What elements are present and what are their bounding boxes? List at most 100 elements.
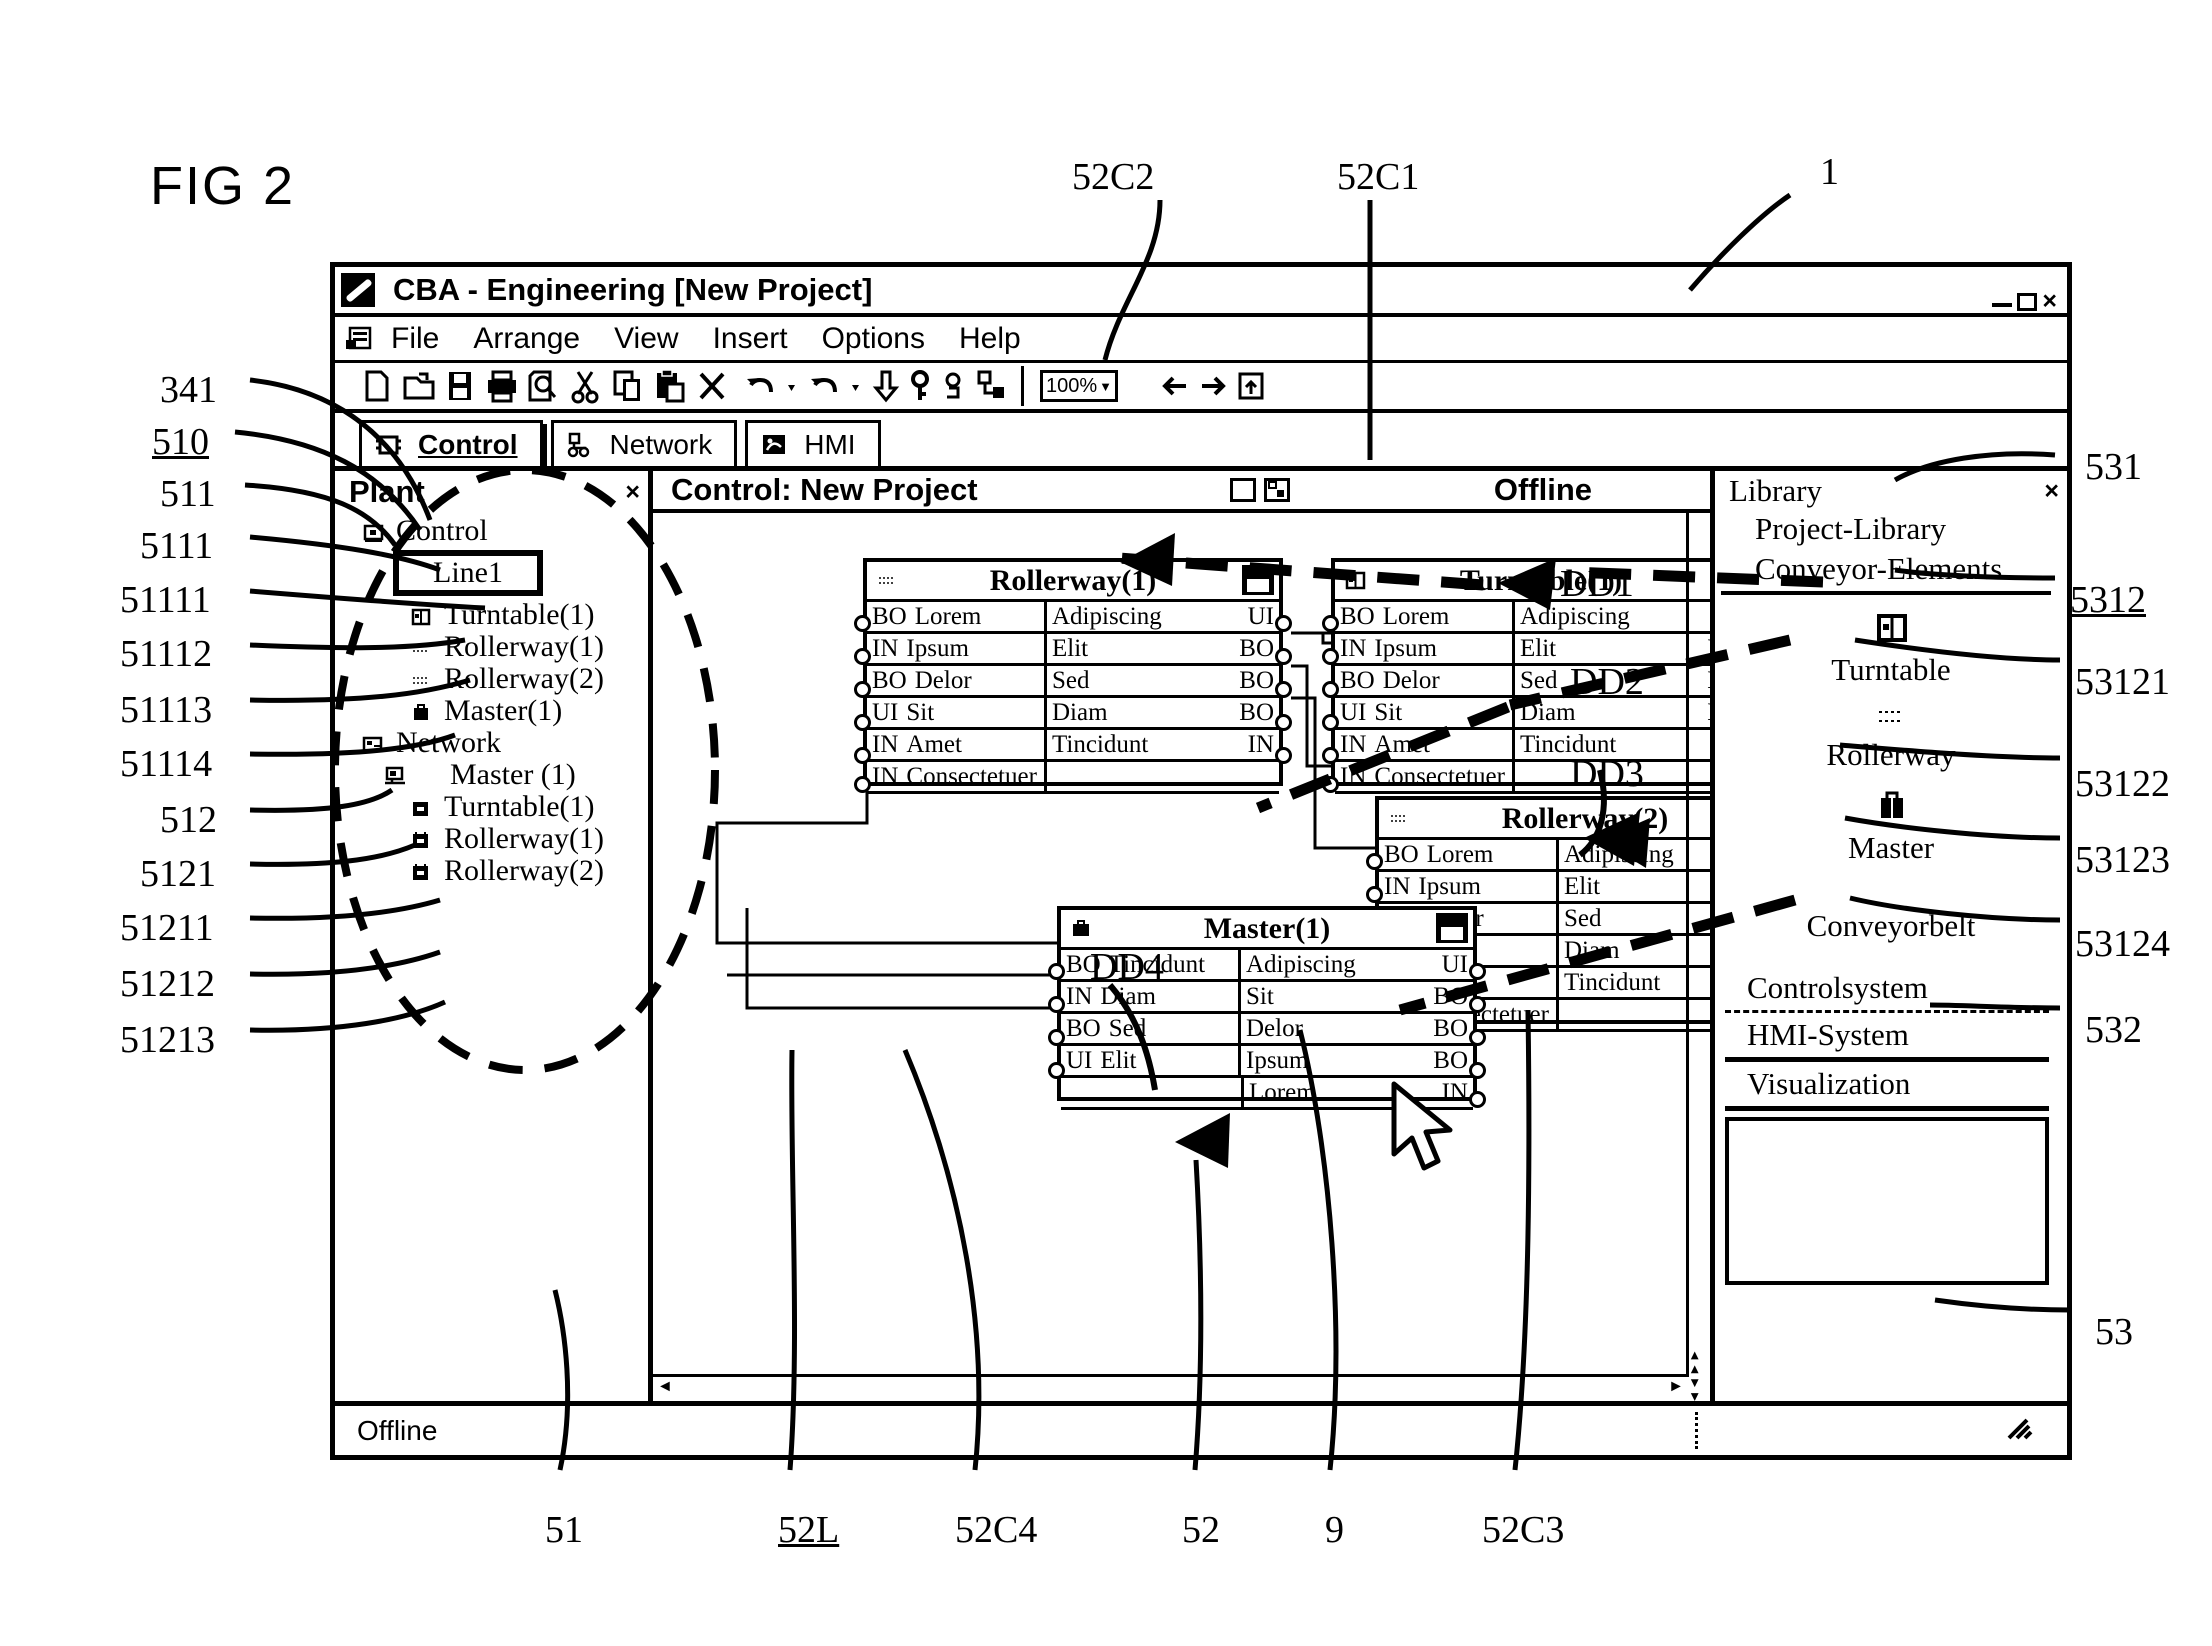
- diagram-canvas[interactable]: Rollerway(1) BO Lorem Adipiscing UI IN Ipsu…: [653, 513, 1710, 1401]
- minimize-icon[interactable]: [1992, 303, 2013, 307]
- block-rollerway-1[interactable]: Rollerway(1) BO Lorem Adipiscing UI IN Ipsu…: [854, 558, 1292, 794]
- input-pin[interactable]: [854, 747, 871, 764]
- close-icon[interactable]: ×: [625, 478, 640, 507]
- input-pin[interactable]: [1322, 714, 1339, 731]
- refresh-block-icon[interactable]: [1436, 913, 1468, 943]
- library-item-conveyorbelt[interactable]: Conveyorbelt: [1715, 908, 2067, 944]
- output-pin[interactable]: [1275, 648, 1292, 665]
- input-pin[interactable]: [1048, 1029, 1065, 1046]
- print-preview-icon[interactable]: [523, 366, 565, 406]
- tab-network[interactable]: Network: [550, 420, 738, 466]
- output-pin[interactable]: [1469, 1091, 1486, 1108]
- zoom-select[interactable]: 100% ▼: [1040, 370, 1118, 402]
- library-category-hmi-system[interactable]: HMI-System: [1725, 1013, 2049, 1062]
- input-pin[interactable]: [854, 714, 871, 731]
- tab-control[interactable]: Control: [359, 420, 543, 466]
- input-pin[interactable]: [854, 615, 871, 632]
- doc-network-icon[interactable]: [1264, 478, 1290, 502]
- output-pin[interactable]: [1469, 963, 1486, 980]
- download-icon[interactable]: [869, 366, 903, 406]
- menu-item-insert[interactable]: Insert: [713, 322, 788, 356]
- redo-dropdown-icon[interactable]: [847, 366, 869, 406]
- input-pin[interactable]: [1322, 681, 1339, 698]
- library-item-turntable[interactable]: Turntable: [1715, 609, 2067, 688]
- tree-item-net-turntable-1[interactable]: Turntable(1): [335, 790, 648, 823]
- menu-item-options[interactable]: Options: [822, 322, 925, 356]
- tree-item-network[interactable]: Network: [335, 726, 648, 759]
- output-pin[interactable]: [1275, 615, 1292, 632]
- block-header[interactable]: Master(1): [1061, 910, 1473, 950]
- tree-item-rollerway-2[interactable]: Rollerway(2): [335, 662, 648, 695]
- close-icon[interactable]: ×: [2042, 289, 2057, 314]
- tree-item-net-rollerway-2[interactable]: Rollerway(2): [335, 854, 648, 887]
- window-controls[interactable]: ×: [1992, 289, 2057, 314]
- block-header[interactable]: Turntable(1): [1335, 562, 1710, 602]
- new-icon[interactable]: [355, 366, 397, 406]
- input-pin[interactable]: [1322, 776, 1339, 793]
- library-category-controlsystem[interactable]: Controlsystem: [1725, 966, 2049, 1013]
- undo-icon[interactable]: [741, 366, 783, 406]
- menu-item-view[interactable]: View: [614, 322, 678, 356]
- input-pin[interactable]: [1322, 648, 1339, 665]
- output-pin[interactable]: [1469, 1062, 1486, 1079]
- tree-item-turntable-1[interactable]: Turntable(1): [335, 598, 648, 631]
- document-controls[interactable]: [1230, 478, 1290, 502]
- output-pin[interactable]: [1275, 747, 1292, 764]
- tree-item-rollerway-1[interactable]: Rollerway(1): [335, 630, 648, 663]
- copy-icon[interactable]: [607, 366, 649, 406]
- tab-hmi[interactable]: HMI: [745, 420, 881, 466]
- menu-item-arrange[interactable]: Arrange: [473, 322, 580, 356]
- close-icon[interactable]: ×: [2044, 477, 2059, 506]
- input-pin[interactable]: [854, 776, 871, 793]
- input-pin[interactable]: [1048, 1062, 1065, 1079]
- open-icon[interactable]: [397, 366, 439, 406]
- menu-item-help[interactable]: Help: [959, 322, 1021, 356]
- input-pin[interactable]: [1366, 886, 1383, 903]
- library-item-master[interactable]: Master: [1715, 787, 2067, 866]
- back-arrow-icon[interactable]: [1156, 366, 1194, 406]
- save-icon[interactable]: [439, 366, 481, 406]
- resize-grip-icon[interactable]: [2003, 1414, 2037, 1449]
- tree-item-line1[interactable]: Line1: [335, 547, 648, 599]
- chevron-down-icon[interactable]: ▼: [1099, 379, 1112, 394]
- input-pin[interactable]: [1322, 747, 1339, 764]
- library-category-visualization[interactable]: Visualization: [1725, 1062, 2049, 1111]
- library-project-library[interactable]: Project-Library: [1715, 509, 2067, 549]
- document-properties-icon[interactable]: [345, 326, 375, 352]
- output-pin[interactable]: [1469, 1029, 1486, 1046]
- network-config-icon[interactable]: [971, 366, 1011, 406]
- input-pin[interactable]: [854, 681, 871, 698]
- maximize-icon[interactable]: [2017, 293, 2038, 311]
- connect-icon[interactable]: [937, 366, 971, 406]
- menu-item-file[interactable]: File: [391, 322, 439, 356]
- tree-item-master-net[interactable]: Master (1): [335, 758, 648, 791]
- output-pin[interactable]: [1275, 681, 1292, 698]
- delete-icon[interactable]: [691, 366, 733, 406]
- block-header[interactable]: Rollerway(1): [867, 562, 1279, 602]
- undo-dropdown-icon[interactable]: [783, 366, 805, 406]
- key-icon[interactable]: [903, 366, 937, 406]
- input-pin[interactable]: [1048, 996, 1065, 1013]
- vertical-scrollbar[interactable]: ◄◄►►: [1686, 513, 1710, 1401]
- output-pin[interactable]: [1469, 996, 1486, 1013]
- input-pin[interactable]: [1366, 853, 1383, 870]
- block-master-1[interactable]: Master(1) BO Tincidunt Adipiscing UI IN Dia…: [1048, 906, 1486, 1110]
- forward-arrow-icon[interactable]: [1194, 366, 1232, 406]
- block-header[interactable]: Rollerway(2): [1379, 800, 1710, 840]
- library-conveyor-elements[interactable]: Conveyor-Elements: [1715, 549, 2067, 589]
- cut-icon[interactable]: [565, 366, 607, 406]
- up-arrow-icon[interactable]: [1232, 366, 1270, 406]
- redo-icon[interactable]: [805, 366, 847, 406]
- paste-icon[interactable]: [649, 366, 691, 406]
- tree-item-net-rollerway-1[interactable]: Rollerway(1): [335, 822, 648, 855]
- horizontal-scrollbar[interactable]: ◄ ►: [653, 1374, 1688, 1401]
- doc-restore-icon[interactable]: [1230, 478, 1256, 502]
- input-pin[interactable]: [1322, 615, 1339, 632]
- tree-item-control[interactable]: Control: [335, 514, 648, 547]
- print-icon[interactable]: [481, 366, 523, 406]
- library-detail-box[interactable]: [1725, 1117, 2049, 1285]
- block-turntable-1[interactable]: Turntable(1) BOLorem AdipiscingUI INIpsu…: [1322, 558, 1710, 794]
- library-item-rollerway[interactable]: Rollerway: [1715, 702, 2067, 773]
- output-pin[interactable]: [1275, 714, 1292, 731]
- input-pin[interactable]: [1048, 963, 1065, 980]
